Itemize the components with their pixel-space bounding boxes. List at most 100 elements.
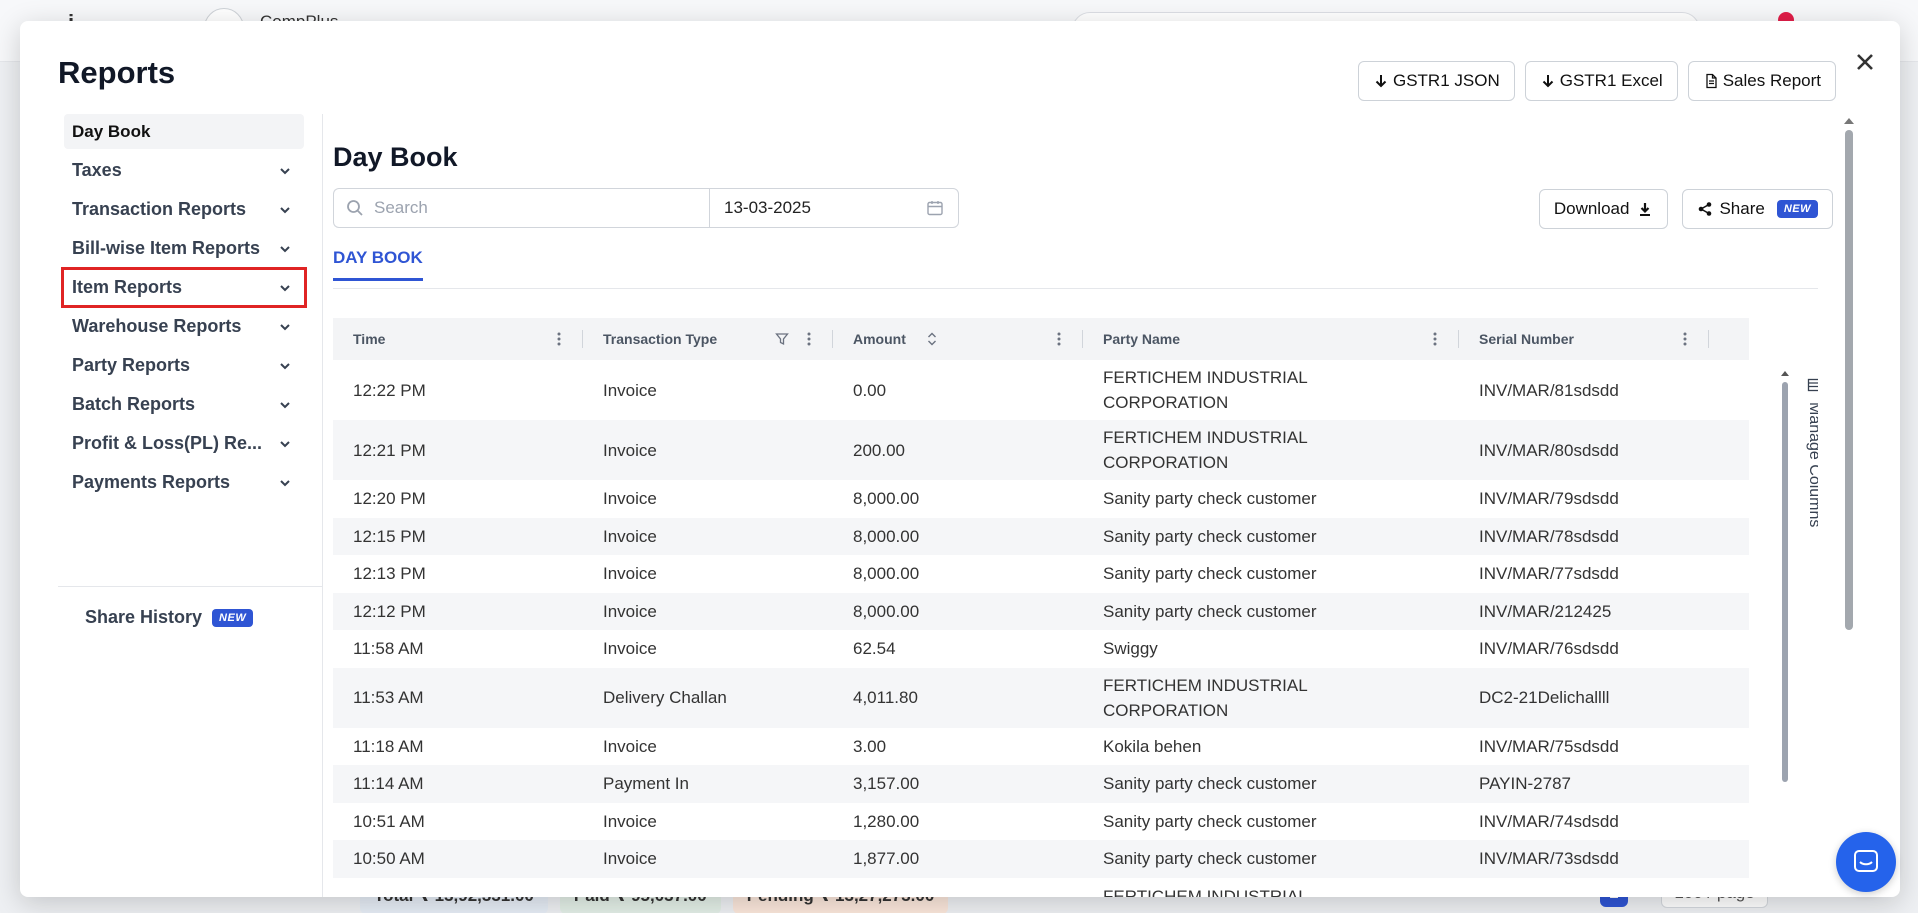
manage-columns-button[interactable]: Manage Columns	[1799, 378, 1818, 527]
cell-party: FERTICHEM INDUSTRIAL CORPORATION	[1103, 368, 1308, 412]
cell-type: Delivery Challan	[603, 688, 727, 707]
more-vertical-icon[interactable]	[1057, 332, 1061, 346]
table-row[interactable]: 10:51 AM Invoice 1,280.00 Sanity party c…	[333, 803, 1749, 841]
chevron-down-icon	[280, 167, 290, 174]
sidebar-item-warehouse-reports[interactable]: Warehouse Reports	[64, 309, 304, 344]
sidebar-item-payments-reports[interactable]: Payments Reports	[64, 465, 304, 500]
chevron-down-icon	[280, 245, 290, 252]
cell-party: Sanity party check customer	[1103, 774, 1317, 794]
sidebar-item-transaction-reports[interactable]: Transaction Reports	[64, 192, 304, 227]
arrow-down-icon	[1375, 75, 1387, 88]
sidebar-item-item-reports[interactable]: Item Reports	[61, 267, 307, 308]
table-row[interactable]: 10:50 AM Invoice 1,877.00 Sanity party c…	[333, 840, 1749, 878]
column-header-serial-number[interactable]: Serial Number	[1459, 318, 1709, 360]
cell-serial: INV/MAR/77sdsdd	[1479, 564, 1619, 584]
arrow-down-icon	[1542, 75, 1553, 88]
cell-party: Kokila behen	[1103, 736, 1202, 756]
cell-amount: 1,280.00	[853, 811, 920, 831]
cell-amount: 8,000.00	[853, 489, 920, 509]
cell-serial: INV/MAR/80sdsdd	[1479, 440, 1619, 460]
sort-icon[interactable]	[926, 331, 938, 347]
column-resizer[interactable]	[1708, 330, 1709, 348]
chevron-down-icon	[280, 479, 290, 486]
cell-type: Invoice	[603, 601, 657, 621]
sidebar-item-taxes[interactable]: Taxes	[64, 153, 304, 188]
tab-day-book[interactable]: DAY BOOK	[333, 248, 423, 281]
cell-type: Invoice	[603, 526, 657, 546]
chevron-down-icon	[280, 440, 290, 447]
cell-party: FERTICHEM INDUSTRIAL CORPORATION	[1103, 675, 1308, 720]
sidebar-item-label: Day Book	[72, 121, 151, 141]
sidebar-item-label: Transaction Reports	[72, 199, 247, 219]
column-header-label: Party Name	[1103, 331, 1181, 347]
close-icon[interactable]	[1850, 47, 1880, 77]
sidebar-item-bill-wise-item-reports[interactable]: Bill-wise Item Reports	[64, 231, 304, 266]
table-row[interactable]: 12:15 PM Invoice 8,000.00 Sanity party c…	[333, 517, 1749, 555]
search-field[interactable]	[333, 188, 709, 228]
new-badge: NEW	[212, 608, 254, 627]
cell-amount: 8,000.00	[853, 601, 920, 621]
modal-scrollbar[interactable]	[1842, 114, 1856, 634]
share-history-label: Share History	[85, 607, 203, 627]
cell-amount: 3,157.00	[853, 774, 920, 794]
more-vertical-icon[interactable]	[557, 332, 561, 346]
search-input[interactable]	[374, 198, 694, 218]
sidebar-item-label: Warehouse Reports	[72, 316, 242, 336]
share-history-link[interactable]: Share History NEW	[85, 607, 254, 628]
cell-amount: 4,011.80	[853, 688, 918, 707]
download-button[interactable]: Download	[1538, 189, 1669, 229]
cell-time: 12:20 PM	[353, 489, 426, 509]
cell-type: Invoice	[603, 736, 657, 756]
table-row[interactable]: 12:12 PM Invoice 8,000.00 Sanity party c…	[333, 592, 1749, 630]
cell-type: Invoice	[603, 811, 657, 831]
gstr1-json-label: GSTR1 JSON	[1392, 71, 1500, 90]
tab-underline	[333, 288, 1818, 289]
table-row[interactable]: 11:53 AM Delivery Challan 4,011.80 FERTI…	[333, 667, 1749, 728]
chat-support-button[interactable]	[1836, 832, 1896, 892]
cell-amount: 200.00	[853, 440, 905, 460]
date-picker[interactable]: 13-03-2025	[709, 188, 959, 228]
cell-serial: INV/MAR/212425	[1479, 601, 1612, 621]
gstr1-excel-label: GSTR1 Excel	[1559, 71, 1663, 90]
table-row[interactable]: 12:20 PM Invoice 8,000.00 Sanity party c…	[333, 480, 1749, 518]
table-row[interactable]: 12:13 PM Invoice 8,000.00 Sanity party c…	[333, 555, 1749, 593]
manage-columns-label: Manage Columns	[1806, 402, 1818, 528]
sidebar-item-profit-loss-reports[interactable]: Profit & Loss(PL) Re...	[64, 426, 304, 461]
table-scrollbar[interactable]	[1779, 368, 1791, 788]
sidebar-item-day-book[interactable]: Day Book	[64, 114, 304, 149]
table-row[interactable]: 11:14 AM Payment In 3,157.00 Sanity part…	[333, 765, 1749, 803]
share-label: Share	[1719, 199, 1765, 218]
cell-serial: INV/MAR/73sdsdd	[1479, 849, 1619, 869]
column-header-time[interactable]: Time	[333, 318, 583, 360]
cell-type: Invoice	[603, 849, 657, 869]
column-header-party-name[interactable]: Party Name	[1083, 318, 1459, 360]
gstr1-json-button[interactable]: GSTR1 JSON	[1357, 61, 1515, 101]
day-book-panel: Day Book 13-03-2025 Download Share NEW D…	[333, 114, 1833, 897]
cell-time: 11:18 AM	[353, 736, 424, 756]
filter-icon[interactable]	[775, 332, 789, 346]
columns-icon	[1807, 378, 1818, 392]
share-button[interactable]: Share NEW	[1682, 189, 1833, 229]
more-vertical-icon[interactable]	[1683, 332, 1687, 346]
table-row[interactable]: 12:22 PM Invoice 0.00 FERTICHEM INDUSTRI…	[333, 360, 1749, 420]
cell-party: Sanity party check customer	[1103, 601, 1317, 621]
cell-party: FERTICHEM INDUSTRIAL	[1103, 886, 1308, 897]
column-header-amount[interactable]: Amount	[833, 318, 1083, 360]
cell-party: Sanity party check customer	[1103, 849, 1317, 869]
table-actions: Download Share NEW	[1538, 189, 1833, 229]
table-row[interactable]: 11:58 AM Invoice 62.54 Swiggy INV/MAR/76…	[333, 630, 1749, 668]
more-vertical-icon[interactable]	[1433, 332, 1437, 346]
table-row[interactable]: 12:21 PM Invoice 200.00 FERTICHEM INDUST…	[333, 420, 1749, 480]
table-row[interactable]: FERTICHEM INDUSTRIAL	[333, 878, 1749, 897]
more-vertical-icon[interactable]	[807, 332, 811, 346]
sidebar-item-batch-reports[interactable]: Batch Reports	[64, 387, 304, 422]
sales-report-button[interactable]: Sales Report	[1687, 61, 1836, 101]
cell-time: 10:51 AM	[353, 811, 425, 831]
column-header-transaction-type[interactable]: Transaction Type	[583, 318, 833, 360]
cell-type: Invoice	[603, 639, 657, 659]
table-row[interactable]: 11:18 AM Invoice 3.00 Kokila behen INV/M…	[333, 728, 1749, 766]
share-icon	[1699, 202, 1712, 216]
gstr1-excel-button[interactable]: GSTR1 Excel	[1524, 61, 1678, 101]
sales-report-label: Sales Report	[1722, 71, 1821, 90]
sidebar-item-party-reports[interactable]: Party Reports	[64, 348, 304, 383]
